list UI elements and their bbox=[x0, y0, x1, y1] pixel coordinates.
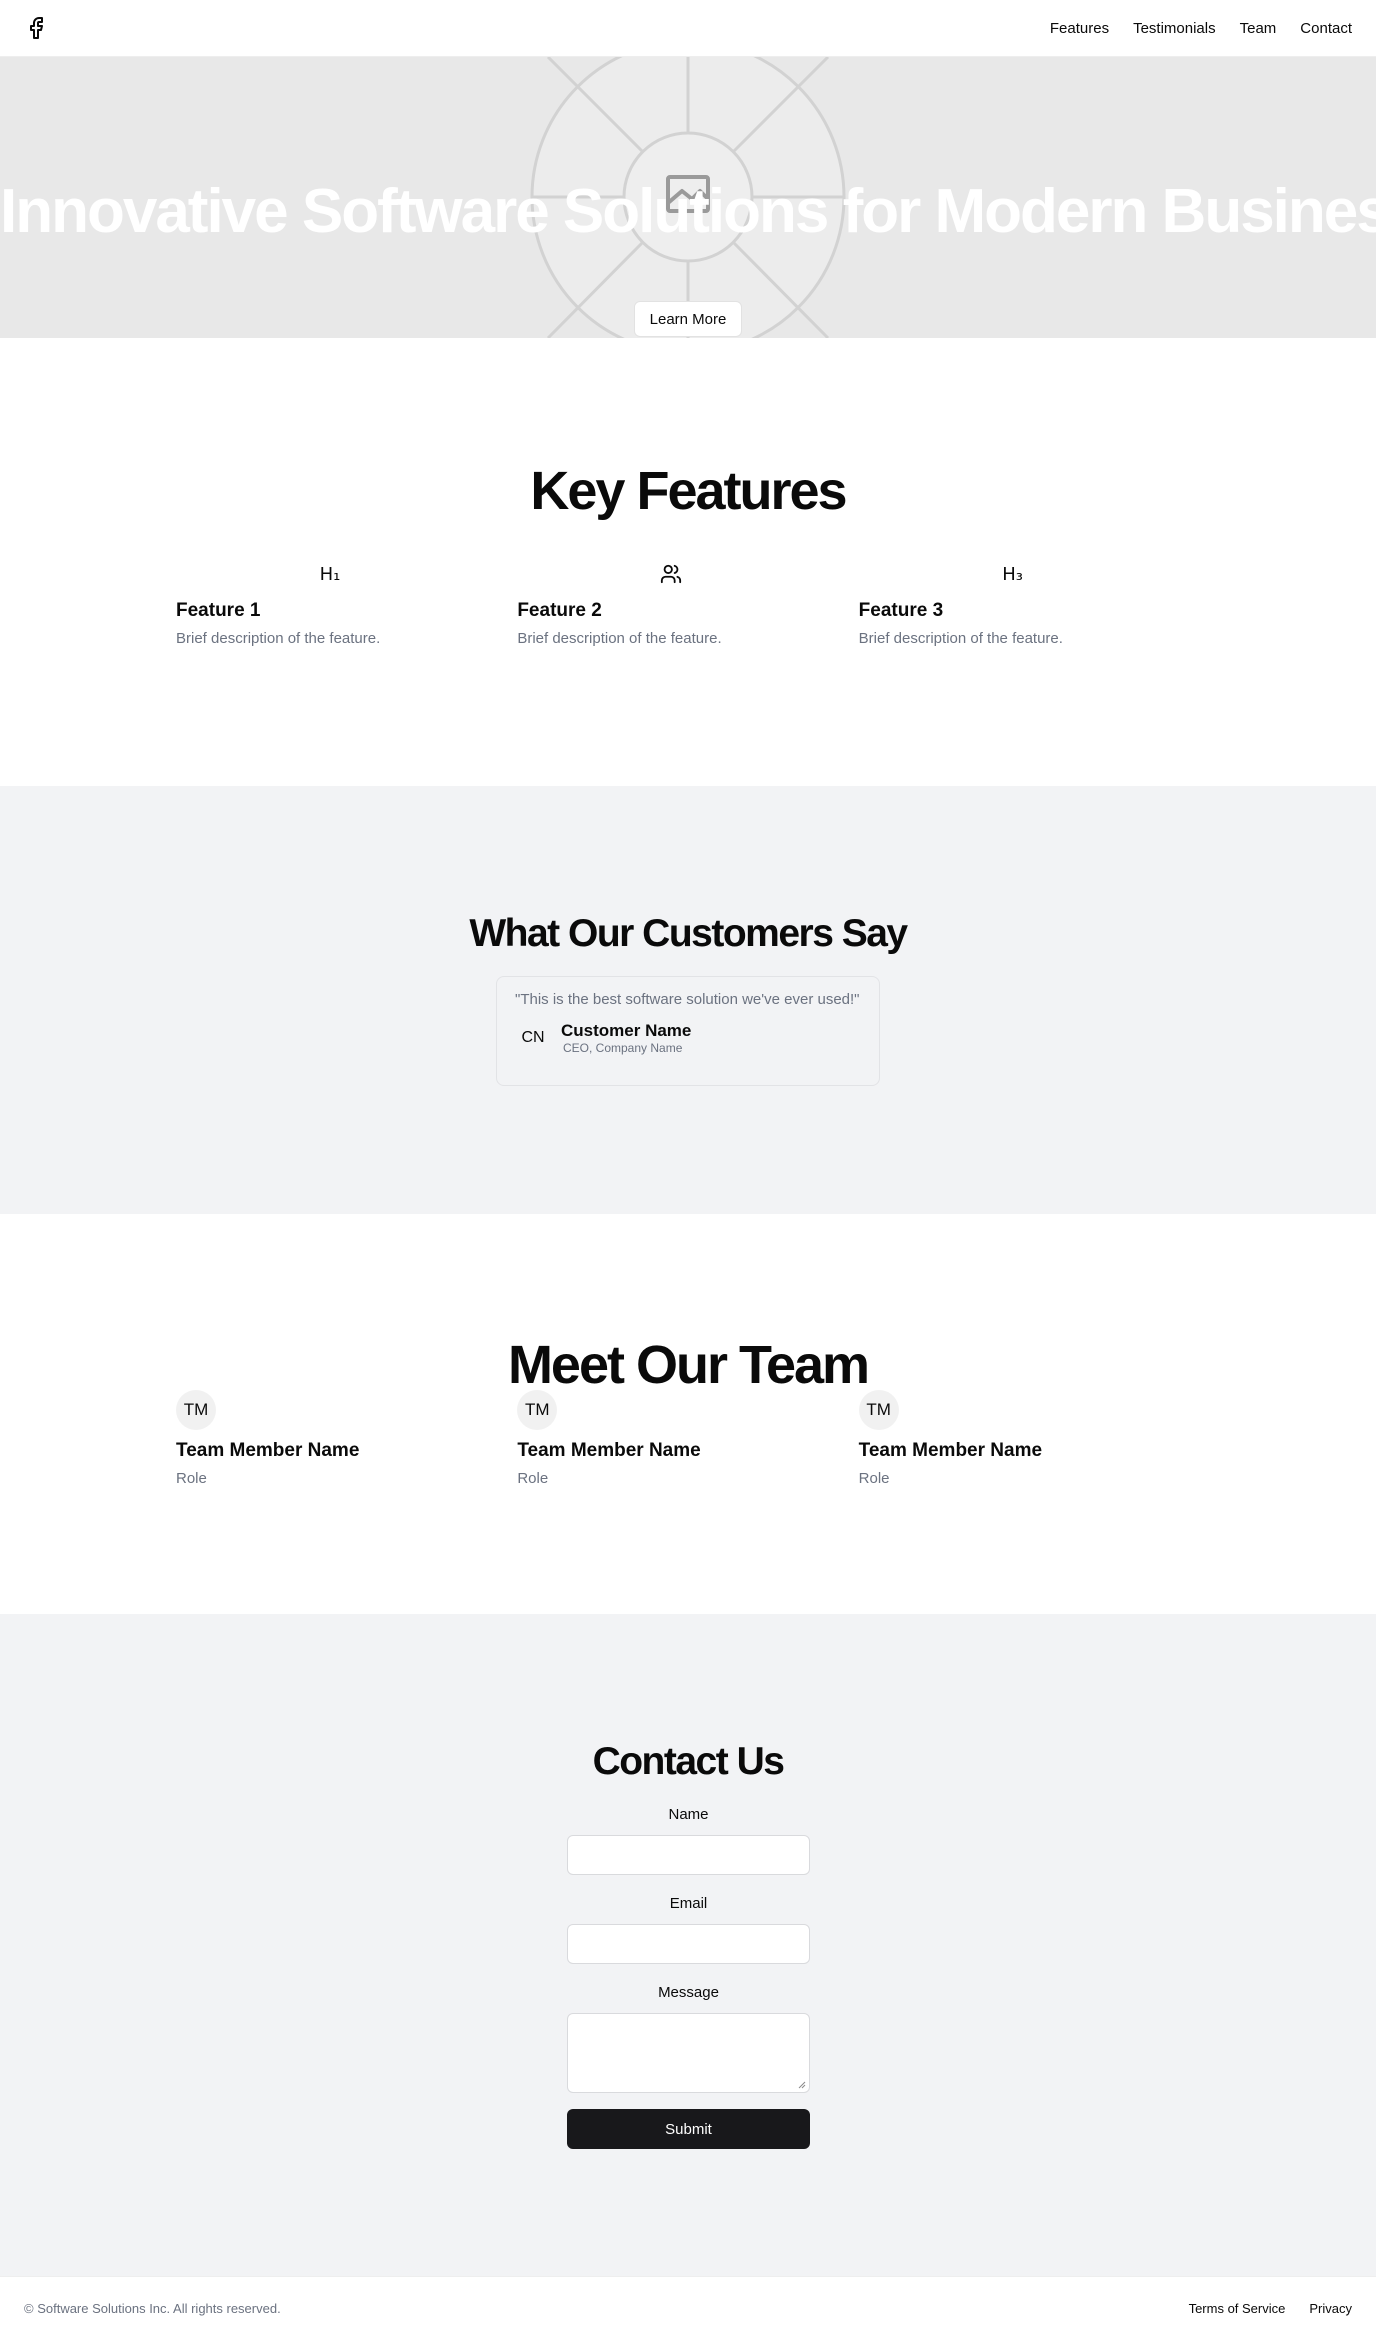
message-label: Message bbox=[658, 1984, 719, 2001]
feature-description: Brief description of the feature. bbox=[176, 630, 381, 647]
team-section: Meet Our Team TM Team Member Name Role T… bbox=[0, 1214, 1376, 1614]
email-label: Email bbox=[669, 1895, 708, 1912]
name-label: Name bbox=[668, 1806, 709, 1823]
nav-features[interactable]: Features bbox=[1050, 20, 1109, 37]
team-member-name: Team Member Name bbox=[858, 1440, 1043, 1461]
avatar: TM bbox=[517, 1390, 558, 1430]
team-member-role: Role bbox=[176, 1470, 207, 1487]
avatar: CN bbox=[521, 1029, 545, 1046]
heading-1-icon: H₁ bbox=[319, 563, 341, 585]
team-member-role: Role bbox=[517, 1470, 549, 1487]
feature-name: Feature 2 bbox=[517, 600, 602, 621]
contact-title: Contact Us bbox=[592, 1740, 785, 1783]
hero-section: Innovative Software Solutions for Modern… bbox=[0, 57, 1376, 338]
team-grid: TM Team Member Name Role TM Team Member … bbox=[176, 1390, 1200, 1487]
team-member-name: Team Member Name bbox=[517, 1440, 701, 1461]
avatar: TM bbox=[176, 1390, 216, 1430]
footer-links: Terms of Service Privacy bbox=[1189, 2301, 1352, 2316]
hero-title: Innovative Software Solutions for Modern… bbox=[0, 177, 1376, 246]
submit-button[interactable]: Submit bbox=[567, 2109, 810, 2149]
copyright-text: © Software Solutions Inc. All rights res… bbox=[24, 2300, 281, 2316]
feature-name: Feature 3 bbox=[858, 600, 944, 621]
feature-card: Feature 2 Brief description of the featu… bbox=[517, 560, 858, 647]
nav-team[interactable]: Team bbox=[1240, 20, 1277, 37]
features-section: Key Features H₁ Feature 1 Brief descript… bbox=[0, 338, 1376, 786]
team-title: Meet Our Team bbox=[507, 1335, 870, 1395]
name-field[interactable] bbox=[567, 1835, 810, 1875]
customer-role: CEO, Company Name bbox=[563, 1041, 683, 1055]
privacy-link[interactable]: Privacy bbox=[1309, 2301, 1352, 2316]
testimonial-author: CN Customer Name CEO, Company Name bbox=[515, 1020, 861, 1056]
testimonial-quote: "This is the best software solution we'v… bbox=[515, 991, 860, 1008]
feature-description: Brief description of the feature. bbox=[858, 630, 1063, 647]
terms-link[interactable]: Terms of Service bbox=[1189, 2301, 1286, 2316]
feature-card: H₃ Feature 3 Brief description of the fe… bbox=[858, 560, 1200, 648]
facebook-icon bbox=[30, 17, 43, 39]
email-field[interactable] bbox=[567, 1924, 810, 1964]
nav-contact[interactable]: Contact bbox=[1300, 20, 1352, 37]
avatar: TM bbox=[858, 1390, 899, 1430]
feature-card: H₁ Feature 1 Brief description of the fe… bbox=[176, 560, 517, 648]
feature-name: Feature 1 bbox=[176, 600, 261, 621]
testimonials-section: What Our Customers Say "This is the best… bbox=[0, 786, 1376, 1214]
site-footer: © Software Solutions Inc. All rights res… bbox=[0, 2276, 1376, 2339]
contact-form: Name Email Message Submit bbox=[567, 1806, 810, 2149]
learn-more-button[interactable]: Learn More bbox=[634, 301, 742, 337]
testimonial-card: "This is the best software solution we'v… bbox=[496, 976, 880, 1086]
contact-section: Contact Us Name Email Message Submit bbox=[0, 1614, 1376, 2276]
customer-name: Customer Name bbox=[561, 1021, 692, 1040]
team-member-role: Role bbox=[858, 1470, 890, 1487]
logo-link[interactable] bbox=[24, 16, 48, 40]
feature-description: Brief description of the feature. bbox=[517, 630, 722, 647]
message-field[interactable] bbox=[567, 2013, 810, 2093]
testimonials-title: What Our Customers Say bbox=[469, 912, 908, 955]
team-member-card: TM Team Member Name Role bbox=[517, 1390, 858, 1487]
resize-grip-icon[interactable] bbox=[798, 2081, 806, 2089]
team-member-card: TM Team Member Name Role bbox=[176, 1390, 517, 1487]
team-member-card: TM Team Member Name Role bbox=[858, 1390, 1200, 1487]
nav-testimonials[interactable]: Testimonials bbox=[1133, 20, 1216, 37]
features-grid: H₁ Feature 1 Brief description of the fe… bbox=[176, 560, 1200, 648]
site-header: Features Testimonials Team Contact bbox=[0, 0, 1376, 57]
features-title: Key Features bbox=[530, 461, 847, 521]
team-member-name: Team Member Name bbox=[176, 1440, 360, 1461]
main-nav: Features Testimonials Team Contact bbox=[1050, 20, 1352, 37]
users-icon bbox=[517, 560, 825, 588]
heading-3-icon: H₃ bbox=[1002, 563, 1024, 585]
